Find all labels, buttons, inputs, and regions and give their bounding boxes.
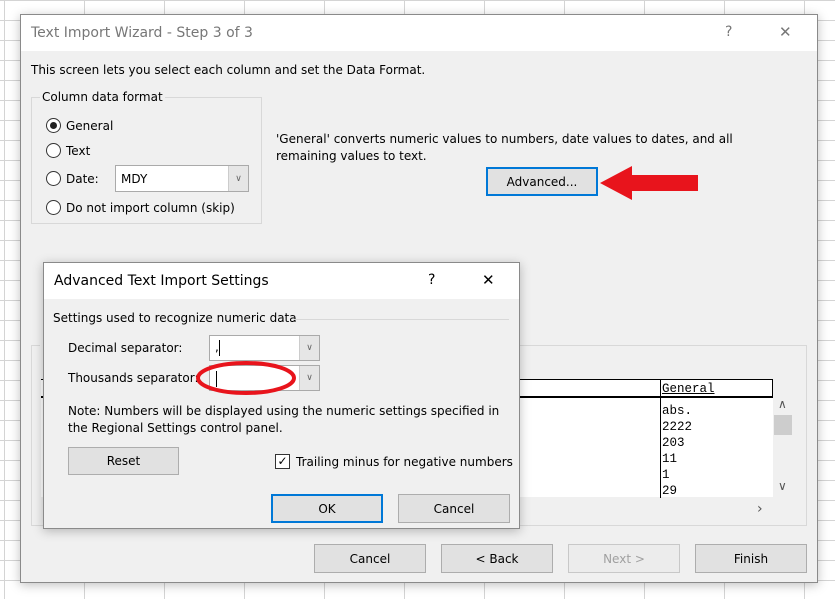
help-button[interactable]: ?: [428, 272, 435, 288]
next-button: Next >: [568, 544, 680, 573]
radio-text-label: Text: [66, 144, 91, 158]
advanced-button[interactable]: Advanced...: [486, 167, 598, 196]
cancel-button[interactable]: Cancel: [398, 494, 510, 523]
finish-button[interactable]: Finish: [695, 544, 807, 573]
red-ellipse-annotation: [196, 361, 296, 395]
chevron-down-icon[interactable]: ∨: [299, 366, 319, 390]
title-bar: Advanced Text Import Settings ? ✕: [44, 263, 519, 299]
preview-cell: abs.: [662, 404, 693, 418]
dialog-title: Text Import Wizard - Step 3 of 3: [31, 25, 253, 41]
preview-cell: 1: [662, 468, 670, 482]
decimal-separator-label: Decimal separator:: [68, 341, 183, 355]
trailing-minus-label: Trailing minus for negative numbers: [296, 455, 513, 469]
title-bar: Text Import Wizard - Step 3 of 3 ? ✕: [21, 15, 817, 51]
scroll-up-icon[interactable]: ∧: [778, 397, 787, 411]
radio-skip-label: Do not import column (skip): [66, 201, 235, 215]
radio-date-label: Date:: [66, 172, 99, 186]
vertical-scrollbar[interactable]: ∧ ∨: [773, 397, 793, 497]
thousands-separator-label: Thousands separator:: [68, 371, 199, 385]
intro-text: This screen lets you select each column …: [31, 63, 426, 77]
red-arrow-annotation: [600, 166, 698, 200]
radio-text[interactable]: [46, 143, 61, 158]
close-icon[interactable]: ✕: [779, 23, 792, 41]
cancel-button[interactable]: Cancel: [314, 544, 426, 573]
radio-skip[interactable]: [46, 200, 61, 215]
help-button[interactable]: ?: [725, 24, 732, 40]
section-label: Settings used to recognize numeric data: [53, 311, 297, 325]
close-icon[interactable]: ✕: [482, 271, 495, 289]
radio-date[interactable]: [46, 171, 61, 186]
preview-cell: 2222: [662, 420, 693, 434]
chevron-down-icon[interactable]: ∨: [299, 336, 319, 360]
preview-cell: 29: [662, 484, 678, 498]
format-description: 'General' converts numeric values to num…: [276, 132, 733, 163]
trailing-minus-checkbox[interactable]: ✓: [275, 454, 290, 469]
scroll-right-icon[interactable]: ›: [757, 501, 763, 517]
preview-cell: 203: [662, 436, 685, 450]
column-header[interactable]: General: [662, 382, 715, 396]
scroll-thumb[interactable]: [774, 415, 792, 435]
scroll-down-icon[interactable]: ∨: [778, 479, 787, 493]
radio-general[interactable]: [46, 118, 61, 133]
date-format-select[interactable]: MDY ∨: [115, 165, 249, 192]
radio-general-label: General: [66, 119, 114, 133]
dialog-title: Advanced Text Import Settings: [54, 273, 269, 289]
back-button[interactable]: < Back: [441, 544, 553, 573]
note-text: Note: Numbers will be displayed using th…: [68, 404, 500, 435]
text-cursor: [219, 340, 220, 356]
group-label: Column data format: [40, 90, 165, 104]
preview-cell: 11: [662, 452, 678, 466]
date-format-value: MDY: [121, 172, 148, 186]
chevron-down-icon[interactable]: ∨: [228, 166, 248, 191]
reset-button[interactable]: Reset: [68, 447, 179, 475]
decimal-separator-input[interactable]: , ∨: [209, 335, 320, 361]
ok-button[interactable]: OK: [271, 494, 383, 523]
advanced-settings-dialog: Advanced Text Import Settings ? ✕ Settin…: [43, 262, 520, 529]
